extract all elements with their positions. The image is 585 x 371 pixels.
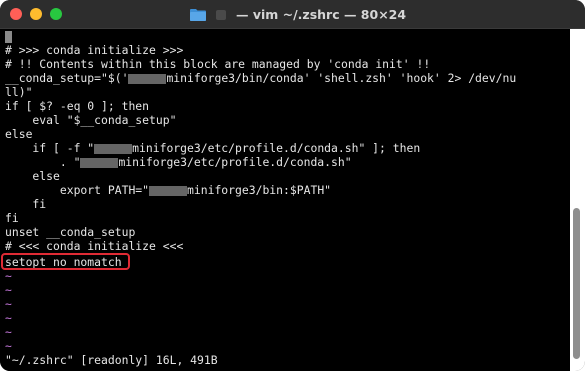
scrollbar-thumb[interactable]	[573, 208, 580, 359]
code-line: # >>> conda initialize >>>	[5, 43, 184, 57]
redacted-path	[128, 73, 167, 84]
window-title: — vim ~/.zshrc — 80×24	[190, 6, 406, 22]
redacted-path	[149, 185, 188, 196]
vim-editor[interactable]: # >>> conda initialize >>> # !! Contents…	[0, 29, 570, 371]
minimize-button[interactable]	[30, 8, 42, 20]
code-line: ll)"	[5, 85, 33, 99]
code-line: eval "$__conda_setup"	[5, 113, 177, 127]
code-line: unset __conda_setup	[5, 225, 136, 239]
empty-line-tilde: ~	[5, 297, 12, 311]
code-line: . " miniforge3/etc/profile.d/conda.sh"	[5, 155, 352, 169]
redacted-path	[80, 157, 119, 168]
empty-line-tilde: ~	[5, 283, 12, 297]
window-title-text: — vim ~/.zshrc — 80×24	[235, 7, 407, 22]
code-line: if [ $? -eq 0 ]; then	[5, 99, 150, 113]
terminal-window: — vim ~/.zshrc — 80×24 # >>> conda initi…	[0, 0, 585, 371]
text-cursor	[5, 31, 12, 43]
empty-line-tilde: ~	[5, 339, 12, 353]
code-line: fi	[5, 197, 47, 211]
code-line: if [ -f " miniforge3/etc/profile.d/conda.…	[5, 141, 421, 155]
code-line: # <<< conda initialize <<<	[5, 239, 184, 253]
code-line: __conda_setup="$(' miniforge3/bin/conda' …	[5, 71, 517, 85]
code-line: export PATH=" miniforge3/bin:$PATH"	[5, 183, 332, 197]
redacted-path	[94, 143, 133, 154]
code-line: # !! Contents within this block are mana…	[5, 57, 431, 71]
document-icon	[215, 9, 226, 20]
code-line: else	[5, 127, 33, 141]
highlight-annotation-box	[1, 253, 130, 270]
empty-line-tilde: ~	[5, 325, 12, 339]
folder-icon	[190, 9, 206, 21]
zoom-button[interactable]	[50, 8, 62, 20]
code-line: else	[5, 169, 60, 183]
empty-line-tilde: ~	[5, 269, 12, 283]
empty-line-tilde: ~	[5, 311, 12, 325]
close-button[interactable]	[10, 8, 22, 20]
title-bar: — vim ~/.zshrc — 80×24	[0, 0, 585, 29]
status-line: "~/.zshrc" [readonly] 16L, 491B	[5, 353, 218, 367]
code-line: fi	[5, 211, 19, 225]
